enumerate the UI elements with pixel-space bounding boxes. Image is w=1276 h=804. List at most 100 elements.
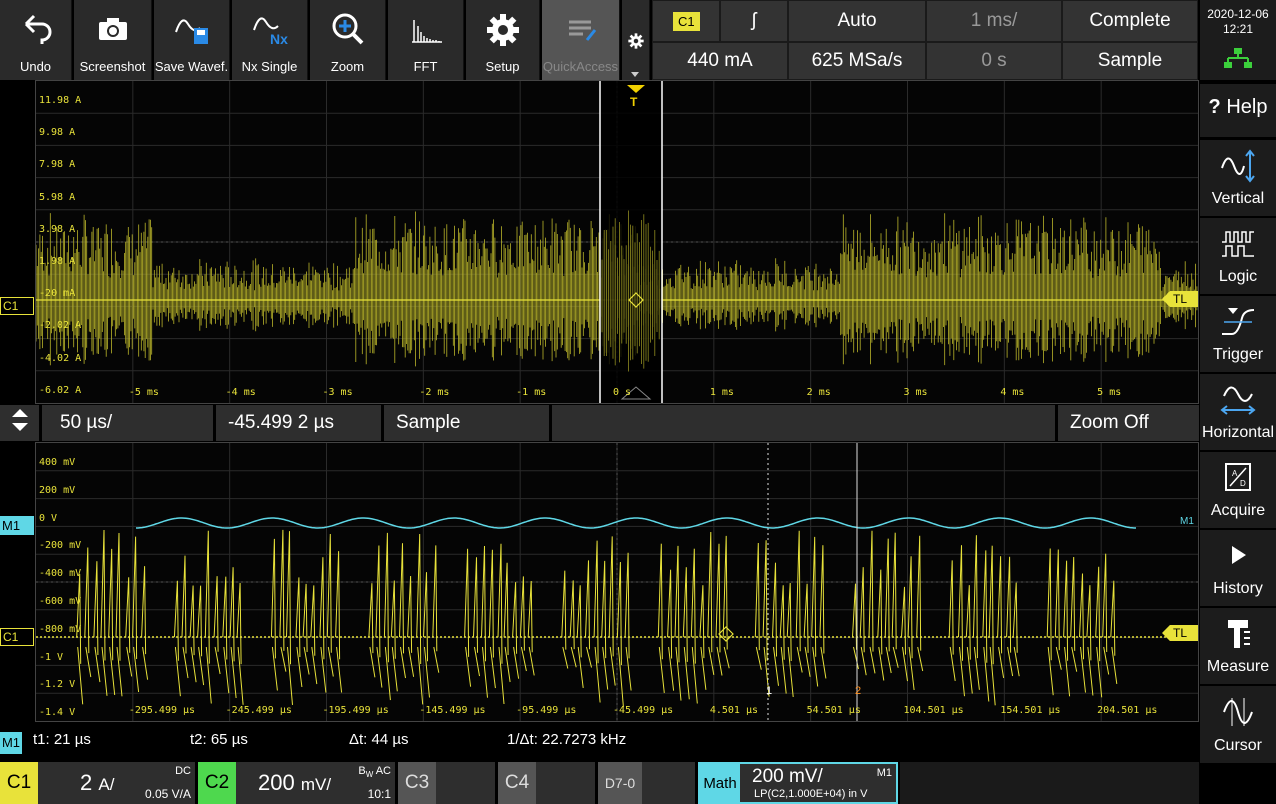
y-tick-label: 11.98 A	[39, 95, 82, 106]
sidebar-item-acquire[interactable]: AD Acquire	[1200, 452, 1276, 529]
x-tick-label: -145.499 µs	[419, 705, 486, 716]
digital-channel-settings[interactable]: D7-0	[598, 762, 696, 804]
x-tick-label: -195.499 µs	[322, 705, 389, 716]
x-tick-label: -295.499 µs	[128, 705, 196, 716]
channel-bar-spacer	[900, 762, 1200, 804]
c2-attenuation: 10:1	[367, 787, 391, 801]
x-tick-label: 4.501 µs	[709, 705, 758, 716]
sample-rate[interactable]: 625 MSa/s	[788, 42, 926, 80]
undo-icon	[0, 10, 71, 50]
main-waveform-diagram[interactable]: 11.98 A 9.98 A 7.98 A 5.98 A 3.98 A 1.98 A -20…	[35, 80, 1199, 404]
x-tick-label: 5 ms	[1097, 387, 1122, 398]
timebase[interactable]: 1 ms/	[926, 0, 1062, 42]
zoom-resize-button[interactable]	[0, 405, 40, 441]
save-waveform-button[interactable]: Save Wavef.	[154, 0, 230, 80]
y-tick-label: -400 mV	[39, 568, 82, 580]
math-channel-tag[interactable]: M1	[0, 516, 34, 535]
setup-button[interactable]: Setup	[466, 0, 540, 80]
acquisition-status[interactable]: Complete	[1062, 0, 1198, 42]
rising-edge-icon: ʃ	[751, 10, 757, 31]
zoom-icon	[310, 10, 385, 50]
x-tick-label: 4 ms	[1000, 387, 1025, 398]
zoom-button[interactable]: Zoom	[310, 0, 386, 80]
sidebar-item-cursor[interactable]: Cursor	[1200, 686, 1276, 764]
x-tick-label: 3 ms	[903, 387, 928, 398]
zoom-bar-spacer	[552, 405, 1056, 441]
nx-single-icon: Nx	[232, 10, 307, 50]
cursor-delta-t: Δt: 44 µs	[349, 731, 409, 748]
cursor-icon	[1200, 694, 1276, 730]
history-play-icon	[1200, 538, 1276, 574]
horizontal-icon	[1200, 382, 1276, 418]
time: 12:21	[1222, 22, 1254, 36]
cursor-source-tag: M1	[0, 732, 22, 754]
help-icon: ?	[1208, 96, 1221, 118]
zoom-timebase[interactable]: 50 µs/	[42, 405, 214, 441]
math-id: M1	[876, 767, 892, 779]
zoom-acq-mode[interactable]: Sample	[384, 405, 550, 441]
sidebar-item-trigger[interactable]: Trigger	[1200, 296, 1276, 373]
zoom-waveform-diagram[interactable]: 400 mV 200 mV 0 V -200 mV -400 mV -600 mV -800…	[35, 442, 1199, 722]
sidebar-item-vertical[interactable]: Vertical	[1200, 140, 1276, 217]
screenshot-button[interactable]: Screenshot	[74, 0, 152, 80]
trigger-level[interactable]: 440 mA	[652, 42, 788, 80]
zoom-position[interactable]: -45.499 2 µs	[216, 405, 382, 441]
help-button[interactable]: ? Help	[1200, 84, 1276, 138]
channel-4-settings[interactable]: C4	[498, 762, 596, 804]
c1-coupling: DC	[175, 765, 191, 777]
cursor-1-marker[interactable]: 1	[764, 684, 774, 700]
y-tick-label: 200 mV	[39, 484, 76, 496]
quickaccess-button[interactable]: QuickAccess	[542, 0, 620, 80]
y-tick-label: -1.2 V	[39, 679, 76, 691]
zoom-channel-tag[interactable]: C1	[0, 628, 34, 646]
channel-2-settings[interactable]: C2 200 mV/ BW AC 10:1	[198, 762, 396, 804]
main-channel-tag[interactable]: C1	[0, 297, 34, 315]
datetime-panel: 2020-12-06 12:21	[1200, 0, 1276, 80]
network-icon	[1224, 48, 1252, 75]
x-tick-label: 1 ms	[709, 387, 734, 398]
trigger-edge[interactable]: ʃ	[720, 0, 788, 42]
y-tick-label: 1.98 A	[39, 256, 76, 267]
x-tick-label: -2 ms	[419, 387, 450, 398]
x-tick-label: -1 ms	[516, 387, 547, 398]
channel-1-settings[interactable]: C1 2 A/ DC 0.05 V/A	[0, 762, 196, 804]
small-gear-icon	[627, 32, 645, 55]
y-tick-label: -200 mV	[39, 540, 82, 552]
x-tick-label: -4 ms	[225, 387, 256, 398]
math-channel-settings[interactable]: Math 200 mV/ M1 LP(C2,1.000E+04) in V	[698, 762, 898, 804]
svg-text:Nx: Nx	[270, 31, 288, 47]
trigger-source[interactable]: C1	[652, 0, 720, 42]
nx-single-button[interactable]: Nx Nx Single	[232, 0, 308, 80]
sidebar-item-logic[interactable]: Logic	[1200, 218, 1276, 295]
fft-button[interactable]: FFT	[388, 0, 464, 80]
acquisition-mode[interactable]: Sample	[1062, 42, 1198, 80]
x-tick-label: -95.499 µs	[516, 705, 577, 716]
x-tick-label: 154.501 µs	[1000, 705, 1061, 716]
cursor-2-marker[interactable]: 2	[853, 684, 863, 700]
math-scale: 200 mV/	[752, 766, 823, 787]
math-trace-label: M1	[1180, 516, 1194, 527]
cursor-t2: t2: 65 µs	[190, 731, 248, 748]
sidebar-item-history[interactable]: History	[1200, 530, 1276, 607]
chevron-down-icon	[631, 72, 639, 77]
c2-bandwidth-coupling: BW AC	[358, 765, 391, 780]
y-tick-label: 9.98 A	[39, 127, 76, 139]
svg-text:A: A	[1232, 469, 1238, 478]
sidebar-item-horizontal[interactable]: Horizontal	[1200, 374, 1276, 451]
toolbar-config-button[interactable]	[622, 0, 650, 80]
x-tick-label: -45.499 µs	[613, 705, 674, 716]
x-tick-label: 104.501 µs	[903, 705, 964, 716]
c1-probe-factor: 0.05 V/A	[144, 787, 191, 801]
camera-icon	[74, 10, 151, 50]
undo-button[interactable]: Undo	[0, 0, 72, 80]
y-tick-label: -4.02 A	[39, 352, 82, 364]
save-waveform-icon	[154, 10, 229, 50]
trigger-mode[interactable]: Auto	[788, 0, 926, 42]
acquire-icon: AD	[1200, 460, 1276, 496]
channel-3-settings[interactable]: C3	[398, 762, 496, 804]
horizontal-position[interactable]: 0 s	[926, 42, 1062, 80]
trigger-icon	[1200, 304, 1276, 340]
x-tick-label: 204.501 µs	[1097, 705, 1158, 716]
sidebar-item-measure[interactable]: Measure	[1200, 608, 1276, 685]
zoom-off-button[interactable]: Zoom Off	[1058, 405, 1200, 441]
